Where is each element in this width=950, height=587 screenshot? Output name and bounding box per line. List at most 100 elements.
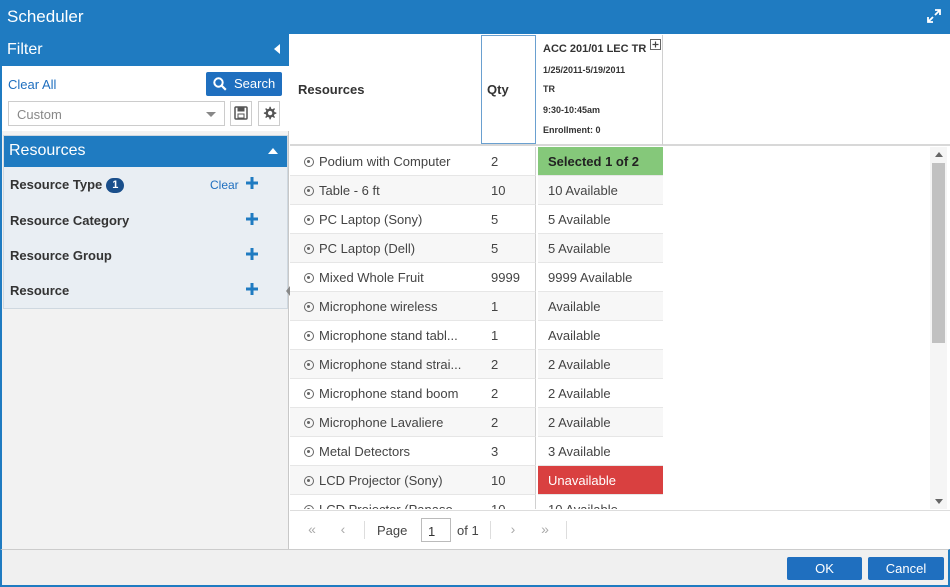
info-icon[interactable] <box>304 418 314 428</box>
add-resource-type-icon[interactable] <box>244 175 260 191</box>
first-page-icon[interactable]: « <box>300 518 324 542</box>
availability-text: 5 Available <box>548 241 611 256</box>
filter-title: Filter <box>7 41 43 58</box>
table-row[interactable]: PC Laptop (Sony) 5 5 Available <box>290 205 930 234</box>
info-icon[interactable] <box>304 186 314 196</box>
availability-text: 10 Available <box>548 183 618 198</box>
filter-resource-group: Resource Group <box>4 238 287 273</box>
availability-cell[interactable]: 10 Available <box>538 495 663 509</box>
info-icon[interactable] <box>304 331 314 341</box>
availability-cell[interactable]: 9999 Available <box>538 263 663 292</box>
availability-cell[interactable]: 5 Available <box>538 205 663 234</box>
filter-settings-button[interactable] <box>258 101 280 126</box>
page-total-label: of 1 <box>457 523 479 538</box>
pager-divider <box>566 521 567 539</box>
resource-cell: Microphone stand strai... 2 <box>290 350 536 379</box>
availability-cell[interactable]: Selected 1 of 2 <box>538 147 663 176</box>
add-resource-category-icon[interactable] <box>244 211 260 227</box>
availability-cell[interactable]: Available <box>538 292 663 321</box>
info-icon[interactable] <box>304 505 314 509</box>
availability-cell[interactable]: Available <box>538 321 663 350</box>
clear-resource-type-link[interactable]: Clear <box>210 178 239 192</box>
table-row[interactable]: Table - 6 ft 10 10 Available <box>290 176 930 205</box>
info-icon[interactable] <box>304 302 314 312</box>
grid-body: Podium with Computer 2 Selected 1 of 2 Tabl… <box>290 147 930 509</box>
resource-qty: 2 <box>491 386 499 401</box>
filter-resource-category-label: Resource Category <box>10 213 130 228</box>
resource-qty: 10 <box>491 183 506 198</box>
filter-resource-category: Resource Category <box>4 203 287 238</box>
scroll-down-icon[interactable] <box>935 499 943 504</box>
count-badge: 1 <box>106 178 125 193</box>
collapse-left-icon[interactable] <box>274 44 280 54</box>
availability-cell[interactable]: Unavailable <box>538 466 663 495</box>
availability-text: 10 Available <box>548 502 618 509</box>
filter-resource-group-label: Resource Group <box>10 248 112 263</box>
resource-name: PC Laptop (Sony) <box>319 212 423 227</box>
availability-cell[interactable]: 2 Available <box>538 408 663 437</box>
add-resource-group-icon[interactable] <box>244 246 260 262</box>
scroll-up-icon[interactable] <box>935 152 943 157</box>
title-bar: Scheduler <box>0 0 950 34</box>
cancel-button[interactable]: Cancel <box>868 557 944 580</box>
column-header-resources[interactable]: Resources <box>298 82 364 97</box>
filter-header[interactable]: Filter <box>2 34 289 66</box>
availability-cell[interactable]: 3 Available <box>538 437 663 466</box>
next-page-icon[interactable]: › <box>501 518 525 542</box>
resource-name: Table - 6 ft <box>319 183 380 198</box>
column-header-qty[interactable]: Qty <box>481 35 536 144</box>
info-icon[interactable] <box>304 244 314 254</box>
vertical-scrollbar[interactable] <box>930 147 947 509</box>
availability-cell[interactable]: 5 Available <box>538 234 663 263</box>
expand-icon[interactable] <box>927 9 941 23</box>
table-row[interactable]: Microphone wireless 1 Available <box>290 292 930 321</box>
resource-name: Podium with Computer <box>319 154 451 169</box>
availability-cell[interactable]: 10 Available <box>538 176 663 205</box>
table-row[interactable]: Microphone stand boom 2 2 Available <box>290 379 930 408</box>
table-row[interactable]: LCD Projector (Sony) 10 Unavailable <box>290 466 930 495</box>
last-page-icon[interactable]: » <box>533 518 557 542</box>
table-row[interactable]: LCD Projector (Panaso... 10 10 Available <box>290 495 930 509</box>
add-resource-icon[interactable] <box>244 281 260 297</box>
event-days: TR <box>543 84 555 94</box>
prev-page-icon[interactable]: ‹ <box>331 518 355 542</box>
page-number-input[interactable]: 1 <box>421 518 451 542</box>
resource-name: Mixed Whole Fruit <box>319 270 424 285</box>
info-icon[interactable] <box>304 447 314 457</box>
table-row[interactable]: Microphone Lavaliere 2 2 Available <box>290 408 930 437</box>
resource-cell: LCD Projector (Panaso... 10 <box>290 495 536 509</box>
availability-text: 3 Available <box>548 444 611 459</box>
save-filter-button[interactable] <box>230 101 252 126</box>
table-row[interactable]: Metal Detectors 3 3 Available <box>290 437 930 466</box>
clear-all-link[interactable]: Clear All <box>8 77 56 92</box>
resource-name: PC Laptop (Dell) <box>319 241 416 256</box>
table-row[interactable]: Microphone stand tabl... 1 Available <box>290 321 930 350</box>
info-icon[interactable] <box>304 476 314 486</box>
table-row[interactable]: Microphone stand strai... 2 2 Available <box>290 350 930 379</box>
resources-panel-header[interactable]: Resources <box>4 136 287 167</box>
event-column-header[interactable]: ACC 201/01 LEC TR 1/25/2011-5/19/2011 TR… <box>537 35 663 145</box>
save-icon <box>234 106 248 120</box>
info-icon[interactable] <box>304 273 314 283</box>
collapse-up-icon[interactable] <box>268 148 278 154</box>
search-button[interactable]: Search <box>206 72 282 96</box>
ok-button[interactable]: OK <box>787 557 862 580</box>
info-icon[interactable] <box>304 157 314 167</box>
info-icon[interactable] <box>304 389 314 399</box>
table-row[interactable]: Mixed Whole Fruit 9999 9999 Available <box>290 263 930 292</box>
filter-preset-select[interactable]: Custom <box>8 101 225 126</box>
expand-event-icon[interactable] <box>650 39 661 50</box>
window-title: Scheduler <box>7 7 84 26</box>
column-header-qty-label: Qty <box>487 82 509 97</box>
table-row[interactable]: PC Laptop (Dell) 5 5 Available <box>290 234 930 263</box>
availability-cell[interactable]: 2 Available <box>538 350 663 379</box>
scrollbar-thumb[interactable] <box>932 163 945 343</box>
info-icon[interactable] <box>304 360 314 370</box>
chevron-down-icon <box>206 112 216 117</box>
availability-cell[interactable]: 2 Available <box>538 379 663 408</box>
availability-text: Available <box>548 299 601 314</box>
pager-divider <box>364 521 365 539</box>
table-row[interactable]: Podium with Computer 2 Selected 1 of 2 <box>290 147 930 176</box>
resource-cell: PC Laptop (Sony) 5 <box>290 205 536 234</box>
info-icon[interactable] <box>304 215 314 225</box>
